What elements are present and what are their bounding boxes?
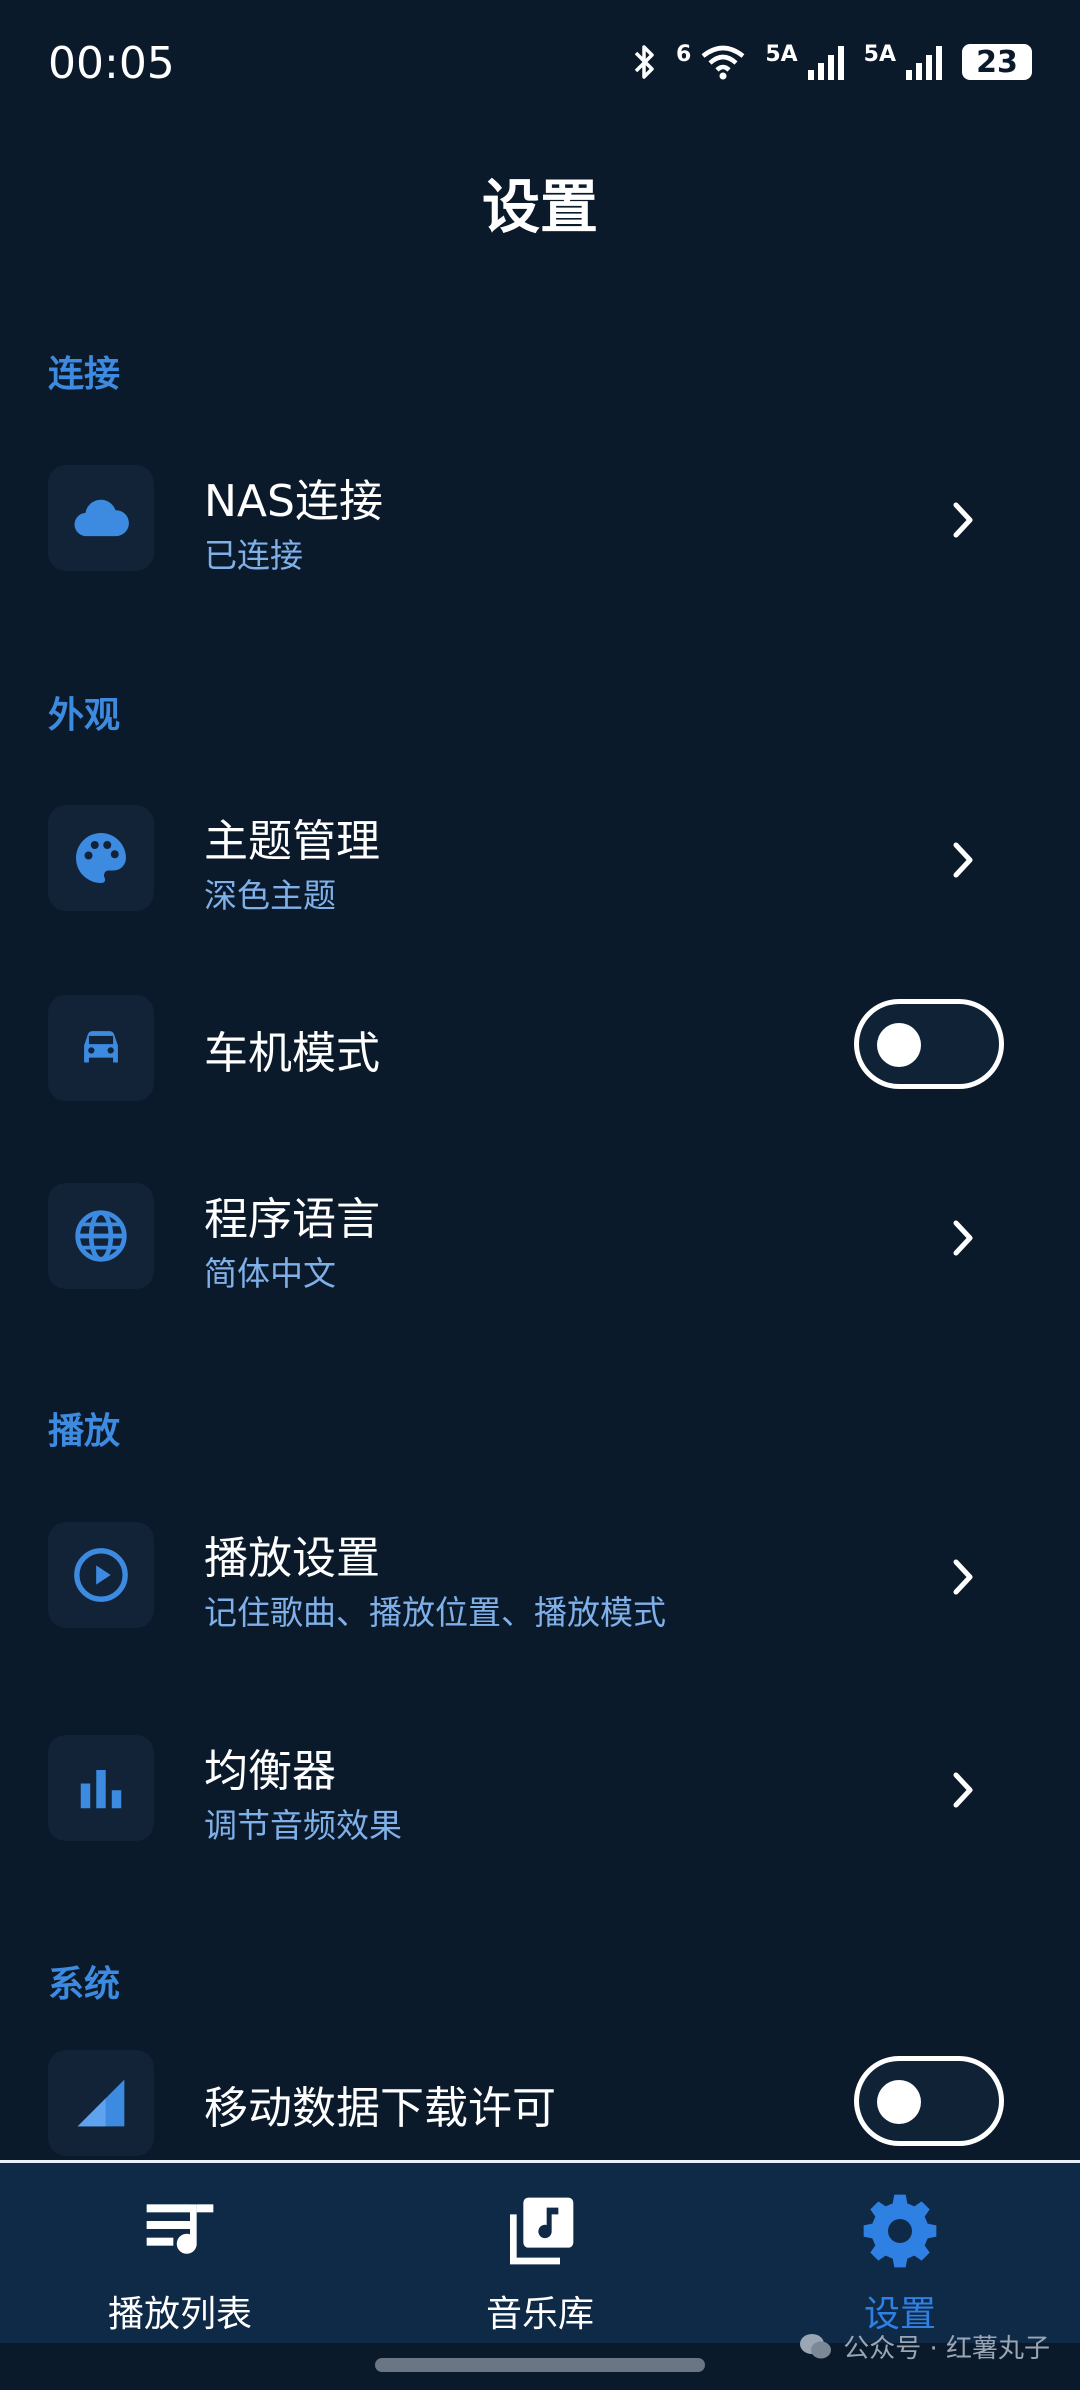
wifi-label: 6: [676, 41, 692, 67]
chevron-right-icon: [953, 1220, 973, 1256]
battery-icon: 23: [962, 44, 1032, 80]
bluetooth-icon: [634, 45, 654, 79]
section-title-connection: 连接: [48, 354, 121, 395]
settings-row-equalizer[interactable]: 均衡器 调节音频效果: [48, 1735, 1032, 1845]
nav-item-settings[interactable]: 设置: [770, 2191, 1030, 2337]
row-subtitle: 记住歌曲、播放位置、播放模式: [204, 1593, 666, 1632]
car-icon: [84, 1031, 118, 1063]
toggle-knob: [877, 2080, 921, 2124]
signal-icon: [77, 2079, 125, 2127]
row-title: 均衡器: [204, 1746, 336, 1797]
row-title: 播放设置: [204, 1533, 380, 1584]
chevron-right-icon: [953, 1559, 973, 1595]
music-library-icon: [510, 2197, 574, 2265]
playlist-icon: [146, 2204, 214, 2254]
icon-tile: [48, 805, 154, 911]
icon-tile: [48, 2050, 154, 2156]
wifi-icon: [701, 45, 745, 80]
row-title: 程序语言: [204, 1194, 380, 1245]
icon-tile: [48, 1735, 154, 1841]
row-title: 移动数据下载许可: [204, 2083, 556, 2134]
icon-tile: [48, 465, 154, 571]
watermark: 公众号 · 红薯丸子: [799, 2328, 1050, 2365]
signal-bars-icon: [906, 46, 942, 80]
section-title-system: 系统: [48, 1964, 121, 2005]
signal1-label: 5A: [765, 41, 798, 67]
row-subtitle: 简体中文: [204, 1254, 336, 1293]
play-circle-icon: [74, 1548, 128, 1602]
settings-row-car-mode: 车机模式: [48, 995, 1032, 1105]
mobile-data-toggle[interactable]: [854, 2056, 1004, 2146]
row-title: 车机模式: [204, 1028, 380, 1079]
page-title: 设置: [481, 173, 598, 241]
cloud-icon: [74, 499, 129, 537]
wechat-icon: [800, 2333, 832, 2358]
status-bar: 00:05 6 5A 5A 23: [0, 0, 1080, 130]
watermark-text: 公众号 · 红薯丸子: [843, 2334, 1050, 2364]
icon-tile: [48, 1183, 154, 1289]
row-title: 主题管理: [204, 816, 380, 867]
gear-icon: [863, 2194, 937, 2268]
signal2-label: 5A: [863, 41, 896, 67]
nav-label: 音乐库: [485, 2294, 594, 2335]
icon-tile: [48, 1522, 154, 1628]
nav-item-playlist[interactable]: 播放列表: [50, 2191, 310, 2337]
section-title-playback: 播放: [48, 1411, 121, 1452]
icon-tile: [48, 995, 154, 1101]
settings-row-language[interactable]: 程序语言 简体中文: [48, 1183, 1032, 1293]
status-icons: 6 5A 5A 23: [632, 42, 1032, 82]
settings-row-playback-settings[interactable]: 播放设置 记住歌曲、播放位置、播放模式: [48, 1522, 1032, 1632]
palette-icon: [76, 833, 126, 883]
signal-bars-icon: [807, 46, 844, 80]
car-mode-toggle[interactable]: [854, 999, 1004, 1089]
chevron-right-icon: [953, 842, 973, 878]
section-title-appearance: 外观: [48, 695, 121, 736]
nav-label: 播放列表: [107, 2294, 252, 2335]
chevron-right-icon: [953, 502, 973, 538]
row-subtitle: 调节音频效果: [204, 1806, 402, 1845]
equalizer-icon: [80, 1770, 122, 1809]
chevron-right-icon: [953, 1772, 973, 1808]
home-indicator[interactable]: [375, 2358, 705, 2372]
globe-icon: [75, 1210, 127, 1262]
nav-item-music-library[interactable]: 音乐库: [410, 2191, 670, 2337]
row-title: NAS连接: [204, 476, 383, 527]
status-time: 00:05: [48, 38, 175, 89]
settings-row-mobile-data: 移动数据下载许可: [48, 2050, 1032, 2160]
settings-row-theme[interactable]: 主题管理 深色主题: [48, 805, 1032, 915]
bottom-nav: 播放列表 音乐库 设置: [0, 2160, 1080, 2343]
toggle-knob: [877, 1023, 921, 1067]
settings-row-nas[interactable]: NAS连接 已连接: [48, 465, 1032, 575]
row-subtitle: 已连接: [204, 536, 303, 575]
row-subtitle: 深色主题: [204, 876, 336, 915]
